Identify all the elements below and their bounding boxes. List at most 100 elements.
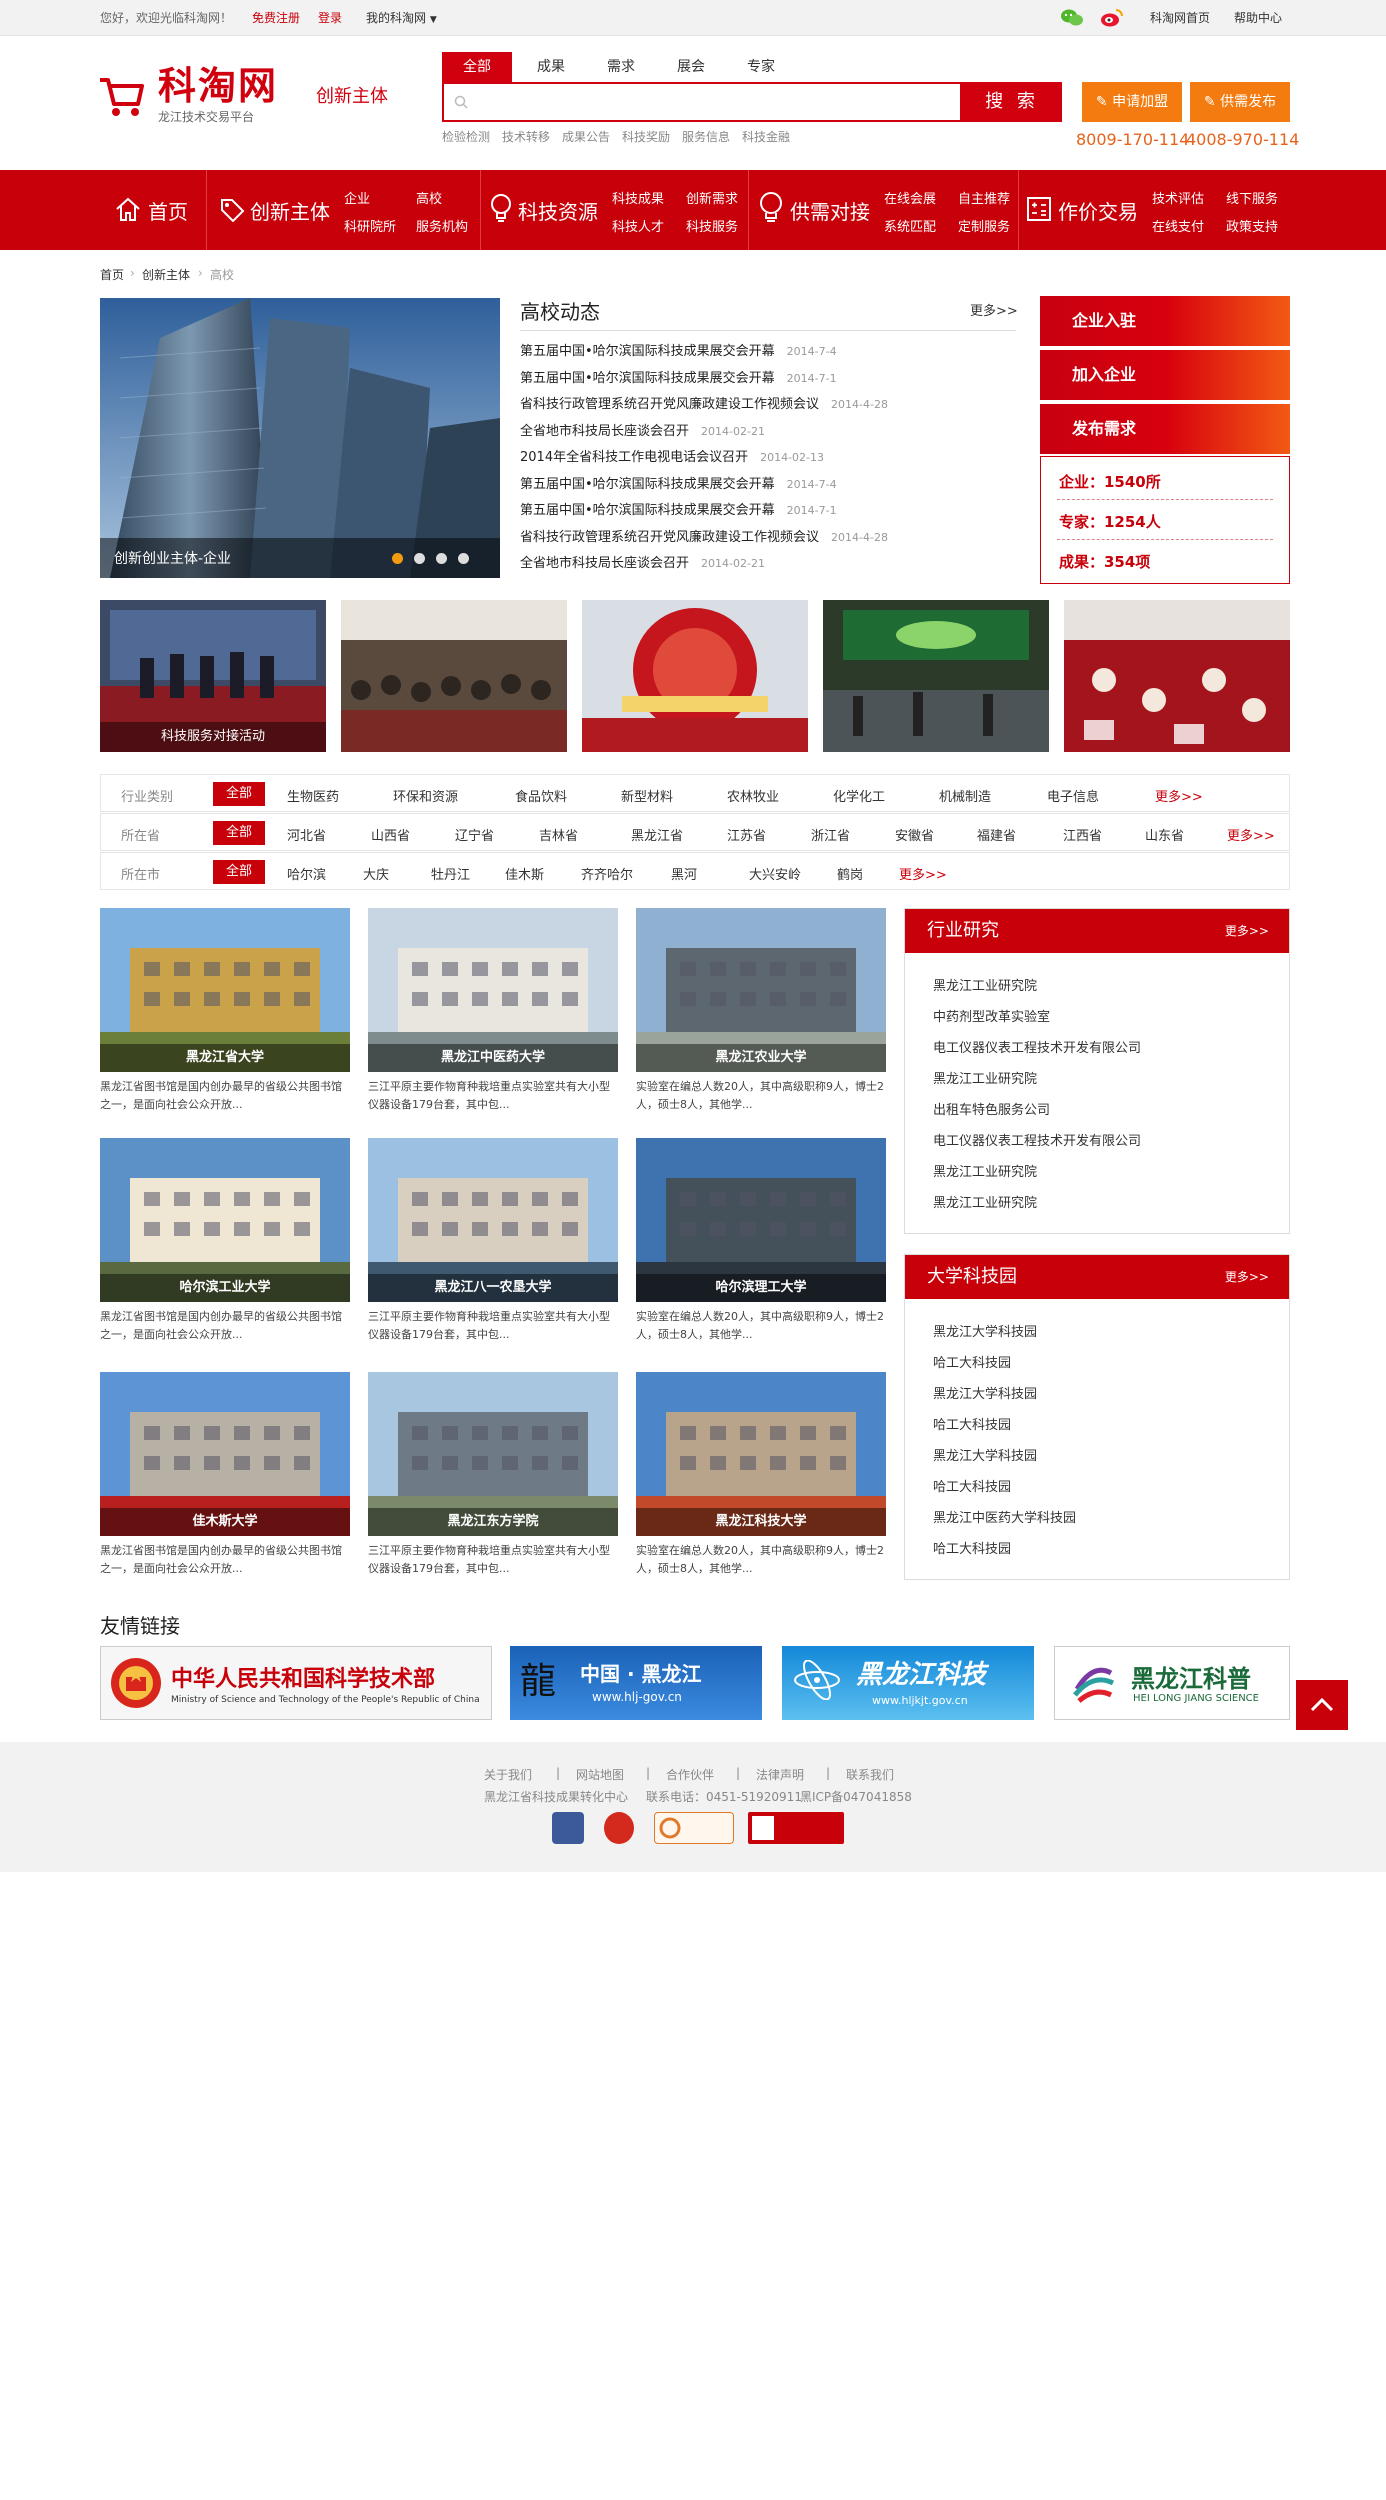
nav-link-system-match[interactable]: 系统匹配: [884, 216, 936, 235]
hot-link[interactable]: 检验检测: [442, 128, 490, 145]
panel-list-item[interactable]: 黑龙江大学科技园: [905, 1379, 1289, 1410]
university-card[interactable]: 黑龙江中医药大学 三江平原主要作物育种栽培重点实验室共有大小型仪器设备179台套，…: [368, 908, 618, 1114]
news-item[interactable]: 省科技行政管理系统召开党风廉政建设工作视频会议 2014-4-28: [520, 393, 888, 412]
footer-link[interactable]: 网站地图: [576, 1766, 624, 1783]
nav-link-university[interactable]: 高校: [416, 188, 442, 207]
help-center-link[interactable]: 帮助中心: [1234, 11, 1282, 25]
search-tab-expert[interactable]: 专家: [730, 52, 792, 82]
more-link[interactable]: 更多>>: [1225, 1255, 1269, 1299]
my-account-menu[interactable]: 我的科淘网 ▼: [366, 11, 437, 27]
filter-all-chip[interactable]: 全部: [213, 782, 265, 806]
filter-option[interactable]: 佳木斯: [505, 864, 544, 883]
university-photo[interactable]: 哈尔滨工业大学: [100, 1138, 350, 1302]
filter-option[interactable]: 齐齐哈尔: [581, 864, 633, 883]
panel-list-item[interactable]: 电工仪器仪表工程技术开发有限公司: [905, 1126, 1289, 1157]
filter-option[interactable]: 电子信息: [1047, 786, 1099, 805]
university-card[interactable]: 佳木斯大学 黑龙江省图书馆是国内创办最早的省级公共图书馆之一，是面向社会公众开放.…: [100, 1372, 350, 1578]
university-card[interactable]: 黑龙江东方学院 三江平原主要作物育种栽培重点实验室共有大小型仪器设备179台套，其…: [368, 1372, 618, 1578]
link-kepu[interactable]: 黑龙江科普 HEI LONG JIANG SCIENCE: [1054, 1646, 1290, 1720]
search-tab-demand[interactable]: 需求: [590, 52, 652, 82]
university-card[interactable]: 黑龙江八一农垦大学 三江平原主要作物育种栽培重点实验室共有大小型仪器设备179台套…: [368, 1138, 618, 1344]
university-photo[interactable]: 黑龙江东方学院: [368, 1372, 618, 1536]
university-photo[interactable]: 黑龙江省大学: [100, 908, 350, 1072]
filter-option[interactable]: 食品饮料: [515, 786, 567, 805]
nav-link-policy-support[interactable]: 政策支持: [1226, 216, 1278, 235]
panel-list-item[interactable]: 哈工大科技园: [905, 1348, 1289, 1379]
panel-list-item[interactable]: 黑龙江大学科技园: [905, 1317, 1289, 1348]
filter-option[interactable]: 吉林省: [539, 825, 578, 844]
wechat-icon[interactable]: [1060, 8, 1084, 31]
university-card[interactable]: 哈尔滨工业大学 黑龙江省图书馆是国内创办最早的省级公共图书馆之一，是面向社会公众开…: [100, 1138, 350, 1344]
nav-link-enterprise[interactable]: 企业: [344, 188, 370, 207]
banner-slider[interactable]: 创新创业主体-企业: [100, 298, 500, 578]
nav-pricing-trade[interactable]: 作价交易: [1058, 196, 1138, 225]
filter-option[interactable]: 福建省: [977, 825, 1016, 844]
news-item[interactable]: 第五届中国•哈尔滨国际科技成果展交会开幕 2014-7-1: [520, 367, 837, 386]
university-photo[interactable]: 黑龙江科技大学: [636, 1372, 886, 1536]
panel-list-item[interactable]: 黑龙江工业研究院: [905, 971, 1289, 1002]
search-input[interactable]: [442, 82, 962, 122]
gov-badge-icon[interactable]: [604, 1812, 634, 1844]
filter-option[interactable]: 农林牧业: [727, 786, 779, 805]
filter-option[interactable]: 牡丹江: [431, 864, 470, 883]
more-link[interactable]: 更多>>: [1225, 909, 1269, 953]
weibo-icon[interactable]: [1100, 8, 1124, 31]
footer-link[interactable]: 法律声明: [756, 1766, 804, 1783]
nav-home[interactable]: 首页: [148, 196, 188, 225]
breadcrumb-level2[interactable]: 创新主体: [142, 266, 190, 283]
news-item[interactable]: 全省地市科技局长座谈会召开 2014-02-21: [520, 552, 765, 571]
news-more-link[interactable]: 更多>>: [970, 300, 1018, 319]
news-item[interactable]: 第五届中国•哈尔滨国际科技成果展交会开幕 2014-7-4: [520, 473, 837, 492]
filter-more-link[interactable]: 更多>>: [1155, 786, 1203, 805]
filter-more-link[interactable]: 更多>>: [899, 864, 947, 883]
panel-list-item[interactable]: 出租车特色服务公司: [905, 1095, 1289, 1126]
trusted-site-badge[interactable]: [654, 1812, 734, 1844]
university-photo[interactable]: 黑龙江农业大学: [636, 908, 886, 1072]
back-to-top-button[interactable]: [1296, 1680, 1348, 1730]
panel-list-item[interactable]: 黑龙江工业研究院: [905, 1157, 1289, 1188]
filter-option[interactable]: 生物医药: [287, 786, 339, 805]
nav-innovation-subject[interactable]: 创新主体: [250, 196, 330, 225]
nav-link-offline-service[interactable]: 线下服务: [1226, 188, 1278, 207]
link-hlj-gov[interactable]: 龍 中国 · 黑龙江 www.hlj-gov.cn: [510, 1646, 762, 1720]
nav-link-institute[interactable]: 科研院所: [344, 216, 396, 235]
university-card[interactable]: 黑龙江农业大学 实验室在编总人数20人，其中高级职称9人，博士2人，硕士8人，其他…: [636, 908, 886, 1114]
university-photo[interactable]: 哈尔滨理工大学: [636, 1138, 886, 1302]
link-most[interactable]: 中华人民共和国科学技术部 Ministry of Science and Tec…: [100, 1646, 492, 1720]
panel-list-item[interactable]: 黑龙江工业研究院: [905, 1188, 1289, 1219]
nav-link-tech-talent[interactable]: 科技人才: [612, 216, 664, 235]
nav-link-tech-results[interactable]: 科技成果: [612, 188, 664, 207]
filter-option[interactable]: 辽宁省: [455, 825, 494, 844]
photo-tile[interactable]: [823, 600, 1049, 752]
login-link[interactable]: 登录: [318, 11, 342, 25]
filter-option[interactable]: 环保和资源: [393, 786, 458, 805]
filter-option[interactable]: 江西省: [1063, 825, 1102, 844]
photo-tile[interactable]: 科技服务对接活动: [100, 600, 326, 752]
filter-option[interactable]: 机械制造: [939, 786, 991, 805]
link-hljkj[interactable]: 黑龙江科技 www.hljkjt.gov.cn: [782, 1646, 1034, 1720]
news-item[interactable]: 全省地市科技局长座谈会召开 2014-02-21: [520, 420, 765, 439]
hot-link[interactable]: 科技奖励: [622, 128, 670, 145]
news-item[interactable]: 2014年全省科技工作电视电话会议召开 2014-02-13: [520, 446, 824, 465]
filter-option[interactable]: 新型材料: [621, 786, 673, 805]
nav-link-custom-service[interactable]: 定制服务: [958, 216, 1010, 235]
filter-option[interactable]: 山西省: [371, 825, 410, 844]
panel-list-item[interactable]: 中药剂型改革实验室: [905, 1002, 1289, 1033]
filter-option[interactable]: 黑龙江省: [631, 825, 683, 844]
panel-list-item[interactable]: 哈工大科技园: [905, 1534, 1289, 1565]
search-tab-results[interactable]: 成果: [520, 52, 582, 82]
filter-all-chip[interactable]: 全部: [213, 860, 265, 884]
footer-link[interactable]: 合作伙伴: [666, 1766, 714, 1783]
news-item[interactable]: 第五届中国•哈尔滨国际科技成果展交会开幕 2014-7-1: [520, 499, 837, 518]
site-logo[interactable]: 科淘网: [158, 64, 278, 108]
university-card[interactable]: 黑龙江省大学 黑龙江省图书馆是国内创办最早的省级公共图书馆之一，是面向社会公众开放…: [100, 908, 350, 1114]
university-photo[interactable]: 黑龙江中医药大学: [368, 908, 618, 1072]
filter-option[interactable]: 大庆: [363, 864, 389, 883]
filter-option[interactable]: 黑河: [671, 864, 697, 883]
site-home-link[interactable]: 科淘网首页: [1150, 11, 1210, 25]
footer-link[interactable]: 联系我们: [846, 1766, 894, 1783]
slider-dot[interactable]: [436, 553, 447, 564]
photo-tile[interactable]: [1064, 600, 1290, 752]
news-item[interactable]: 第五届中国•哈尔滨国际科技成果展交会开幕 2014-7-4: [520, 340, 837, 359]
filter-option[interactable]: 大兴安岭: [749, 864, 801, 883]
